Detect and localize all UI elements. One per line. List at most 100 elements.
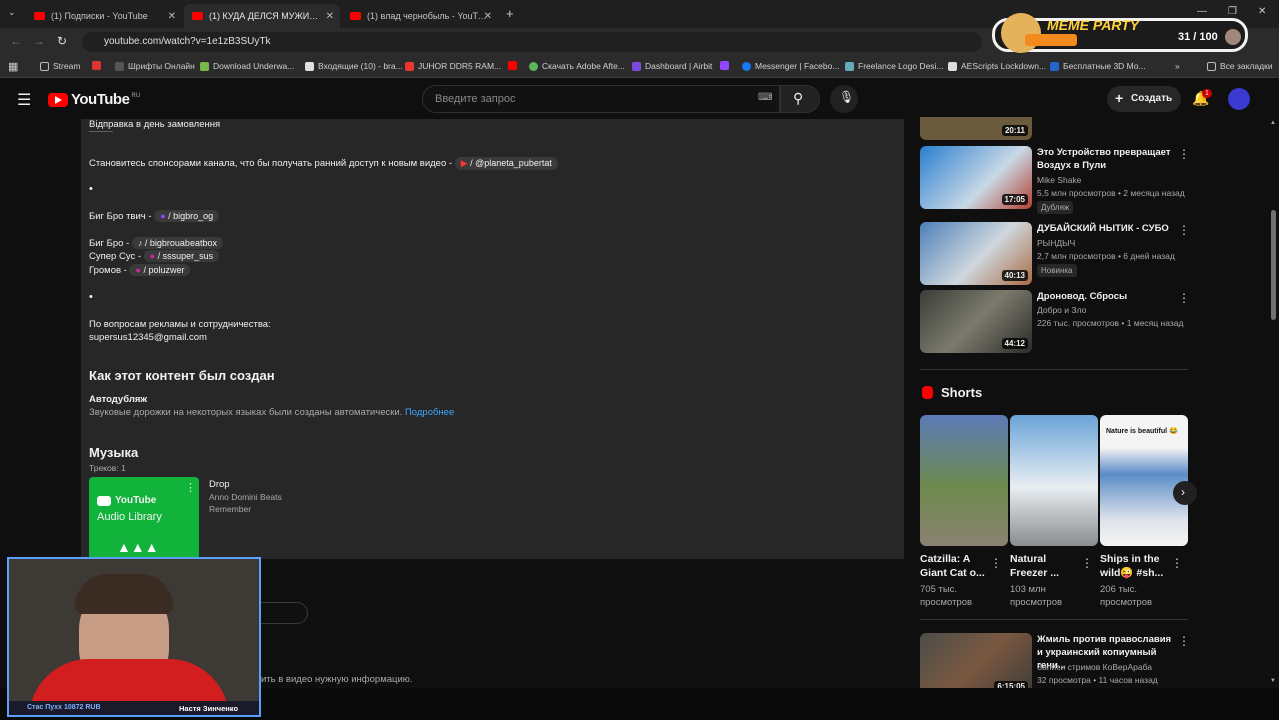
short-title[interactable]: Catzilla: A Giant Cat o... [920,552,990,580]
youtube-header: ☰ YouTube RU Введите запрос ⌨ ⚲ 🎙 + Созда… [0,79,1279,119]
bookmark-freelance[interactable]: Freelance Logo Desi... [845,61,944,71]
close-window-button[interactable]: ✕ [1258,6,1266,17]
bookmark-airbit[interactable]: Dashboard | Airbit [632,61,712,71]
more-options-icon[interactable]: ⋮ [185,481,196,494]
back-button[interactable]: ← [10,34,22,48]
apps-grid-icon[interactable]: ▦ [8,60,18,73]
youtube-logo[interactable]: YouTube RU [48,91,140,108]
url-input[interactable]: youtube.com/watch?v=1e1zB3SUyTk [82,32,982,52]
bullet: • [89,291,93,303]
more-options-icon[interactable]: ⋮ [1178,223,1190,237]
search-input[interactable]: Введите запрос [422,85,780,113]
twitch-link[interactable]: ● / bigbro_og [154,210,220,222]
divider [920,369,1188,370]
more-link[interactable]: Подробнее [405,407,454,418]
video-title[interactable]: Это Устройство превращает Воздух в Пули [1037,146,1177,172]
tab-list-icon[interactable]: ⌄ [8,7,16,18]
dub-badge: Дубляж [1037,201,1074,214]
more-options-icon[interactable]: ⋮ [1171,556,1183,570]
bookmark-inbox[interactable]: Входящие (10) - bra... [305,61,403,71]
new-tab-button[interactable]: + [506,6,514,21]
instagram-link[interactable]: ● / sssuper_sus [143,250,220,262]
song-album: Remember [209,504,252,514]
instagram-link[interactable]: ● / poluzwer [129,264,191,276]
content-creation-title: Как этот контент был создан [89,368,275,383]
bookmark-fonts[interactable]: Шрифты Онлайн [115,61,195,71]
video-thumbnail[interactable]: 40:13 [920,222,1032,285]
footer-info-text: ить в видео нужную информацию. [261,674,413,685]
tab-subscriptions[interactable]: (1) Подписки - YouTube ✕ [26,4,182,28]
avatar[interactable] [1228,88,1250,110]
tab-current-video[interactable]: (1) КУДА ДЕЛСЯ МУЖИК из ТРОТУАРА✕ [184,4,340,28]
scroll-up-arrow[interactable]: ▲ [1270,120,1276,126]
youtube-play-icon [48,92,68,107]
all-bookmarks[interactable]: Все закладки [1207,61,1273,71]
more-options-icon[interactable]: ⋮ [1081,556,1093,570]
mic-icon: 🎙 [839,90,855,104]
song-title: Drop [209,479,230,490]
plus-icon: + [1115,90,1124,106]
shorts-next-button[interactable]: › [1173,481,1197,505]
bookmark-stream[interactable]: Stream [40,61,80,71]
keyboard-icon[interactable]: ⌨ [758,92,772,103]
bookmark-aescripts[interactable]: AEScripts Lockdown... [948,61,1046,71]
video-thumbnail[interactable]: 20:11 [920,117,1032,140]
channel-name[interactable]: Записи стримов КоВерАраба [1037,662,1152,672]
contact-email[interactable]: supersus12345@gmail.com [89,332,207,343]
bookmark-ram[interactable]: JUHOR DDR5 RAM... [405,61,501,71]
bookmark-adobe[interactable]: Скачать Adobe Afte... [529,61,625,71]
bookmark-twitch[interactable] [720,61,733,70]
bookmark-youtube[interactable] [508,61,521,70]
close-tab-icon[interactable]: ✕ [168,11,176,22]
video-title[interactable]: Дроновод. Сбросы [1037,290,1177,303]
shorts-title: Shorts [941,385,983,400]
channel-name[interactable]: Mike Shake [1037,175,1081,185]
short-thumbnail[interactable]: Nature is beautiful 😂 [1100,415,1188,546]
close-tab-icon[interactable]: ✕ [326,11,334,22]
channel-name[interactable]: РЫНДЫЧ [1037,238,1075,248]
channel-name[interactable]: Добро и Зло [1037,305,1086,315]
more-options-icon[interactable]: ⋮ [1178,147,1190,161]
bookmark-messenger[interactable]: Messenger | Facebo... [742,61,839,71]
bookmark-download[interactable]: Download Underwa... [200,61,294,71]
close-tab-icon[interactable]: ✕ [484,11,492,22]
forward-button[interactable]: → [33,34,45,48]
song-artist: Anno Domini Beats [209,492,282,502]
tiktok-link[interactable]: ♪ / bigbrouabeatbox [131,237,223,249]
short-thumbnail[interactable] [920,415,1008,546]
maximize-button[interactable]: ❐ [1228,6,1237,17]
minimize-button[interactable]: — [1197,6,1207,17]
more-options-icon[interactable]: ⋮ [990,556,1002,570]
bookmarks-overflow-icon[interactable]: » [1175,61,1180,71]
video-thumbnail[interactable]: 6:15:05 [920,633,1032,696]
bookmark-icon-only[interactable] [92,61,105,70]
more-options-icon[interactable]: ⋮ [1178,291,1190,305]
scroll-down-arrow[interactable]: ▼ [1270,678,1276,684]
tab-vlad-chernobyl[interactable]: (1) влад чернобыль - YouTube ✕ [342,4,498,28]
short-title[interactable]: Ships in the wild😜 #sh... [1100,552,1170,580]
more-options-icon[interactable]: ⋮ [1178,634,1190,648]
video-thumbnail[interactable]: 44:12 [920,290,1032,353]
short-title[interactable]: Natural Freezer ... [1010,552,1080,580]
sponsor-channel-link[interactable]: ▶ / @planeta_pubertat [454,157,558,170]
bullet: • [89,183,93,195]
video-title[interactable]: ДУБАЙСКИЙ НЫТИК - СУБО [1037,222,1177,235]
short-thumbnail[interactable] [1010,415,1098,546]
hamburger-menu-icon[interactable]: ☰ [17,90,31,110]
page-scrollbar[interactable] [1271,210,1276,320]
search-button[interactable]: ⚲ [780,85,820,113]
autodub-text: Звуковые дорожки на некоторых языках был… [89,407,455,418]
ads-label: По вопросам рекламы и сотрудничества: [89,319,271,330]
bookmark-3d[interactable]: Бесплатные 3D Mo... [1050,61,1146,71]
reload-button[interactable]: ↻ [57,34,67,48]
meme-party-overlay: MEME PARTY 31 / 100 [992,13,1248,53]
video-thumbnail[interactable]: 17:05 [920,146,1032,209]
audio-library-thumbnail[interactable]: YouTube Audio Library ▲▲▲ ⋮ [89,477,199,559]
voice-search-button[interactable]: 🎙 [830,85,858,113]
meme-progress-bar [1025,34,1077,46]
create-button[interactable]: + Создать [1107,86,1181,112]
notification-count-badge: 1 [1202,89,1212,98]
streamer-hair [75,574,173,614]
separator-text: ———— [89,129,113,135]
short-views: 206 тыс. просмотров [1100,584,1153,608]
